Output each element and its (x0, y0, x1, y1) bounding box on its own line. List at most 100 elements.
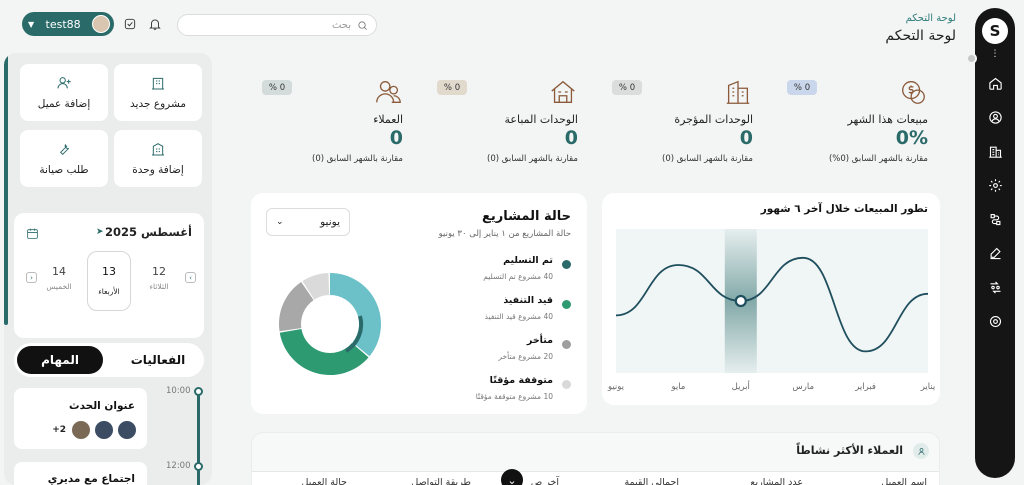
panel-scrollbar[interactable] (4, 53, 8, 325)
kpi-comparison: مقارنة بالشهر السابق (0) (662, 154, 753, 164)
house-icon (548, 77, 578, 107)
add-client-label: إضافة عميل (37, 98, 91, 110)
sales-line-chart[interactable]: يناير فبراير مارس أبريل مايو يونيو (602, 193, 940, 405)
project-status-card: حالة المشاريع حالة المشاريع من ١ يناير إ… (251, 193, 587, 414)
side-panel: مشروع جديد إضافة عميل إضافة وحدة طلب صيا… (4, 53, 212, 485)
change-badge: 0 % (437, 80, 467, 95)
timeline-time: 12:00 (166, 461, 191, 471)
plot-area (616, 229, 928, 373)
day-name: الأربعاء (98, 287, 120, 296)
add-unit-button[interactable]: إضافة وحدة (114, 130, 202, 187)
avatar (92, 15, 110, 33)
user-name: test88 (45, 17, 81, 31)
x-tick-label: مايو (670, 382, 685, 392)
day-number: 12 (152, 265, 166, 278)
more-dots-icon[interactable]: ⋮ (991, 50, 1000, 59)
event-card[interactable]: عنوان الحدث 2+ (14, 388, 147, 449)
column-header[interactable]: عدد المشاريع (750, 477, 803, 485)
kpi-card-rented-units[interactable]: 0 % الوحدات المؤجرة 0 مقارنة بالشهر السا… (601, 69, 765, 175)
notification-bell-icon[interactable] (146, 15, 164, 33)
data-point[interactable] (734, 294, 747, 308)
column-header[interactable]: طريقة التواصل (411, 477, 471, 485)
x-tick-label: يونيو (607, 382, 625, 392)
sales-trend-card: تطور المبيعات خلال آخر ٦ شهور يناير فبراي… (602, 193, 940, 405)
maintenance-request-label: طلب صيانة (39, 164, 89, 176)
project-status-donut[interactable] (251, 193, 587, 414)
chevron-down-icon: ▼ (28, 19, 35, 29)
change-badge: 0 % (787, 80, 817, 95)
tab-events[interactable]: الفعاليات (115, 346, 201, 374)
change-badge: 0 % (612, 80, 642, 95)
user-circle-icon[interactable] (983, 105, 1007, 129)
search-input[interactable]: بحث (177, 14, 377, 36)
add-unit-label: إضافة وحدة (132, 164, 184, 176)
event-card[interactable]: اجتماع مع مديري (14, 462, 147, 485)
office-building-icon (723, 77, 753, 107)
users-icon (373, 77, 403, 107)
transfer-icon[interactable] (983, 275, 1007, 299)
timeline-time: 10:00 (166, 386, 191, 396)
top-clients-card: العملاء الأكثر نشاطاً اسم العميل عدد الم… (251, 432, 940, 485)
breadcrumb[interactable]: لوحة التحكم (906, 13, 956, 24)
column-header[interactable]: اجمالي القيمة (624, 477, 679, 485)
buildings-icon[interactable] (983, 139, 1007, 163)
day-name: الخميس (46, 282, 72, 291)
donut-slice[interactable] (302, 273, 330, 300)
new-project-button[interactable]: مشروع جديد (114, 64, 202, 121)
donut-slice[interactable] (279, 281, 315, 332)
main-sidebar: S ⋮ (975, 8, 1015, 478)
column-header[interactable]: اسم العميل (881, 477, 927, 485)
calendar-day[interactable]: 14 الخميس (38, 265, 80, 291)
x-tick-label: يناير (920, 382, 936, 392)
user-menu[interactable]: test88 ▼ (22, 12, 114, 36)
kpi-value: 0 (389, 127, 403, 149)
kpi-label: مبيعات هذا الشهر (847, 113, 928, 126)
calendar-month: أغسطس 2025 (105, 225, 192, 239)
calendar-day[interactable]: 12 الثلاثاء (138, 265, 180, 291)
home-icon[interactable] (983, 71, 1007, 95)
kpi-card-monthly-sales[interactable]: 0 % مبيعات هذا الشهر 0% مقارنة بالشهر ال… (776, 69, 940, 175)
panel-tabs: الفعاليات المهام (14, 343, 204, 377)
kpi-value: 0% (895, 127, 928, 149)
column-header[interactable]: حالة العميل (302, 477, 347, 485)
day-number: 14 (52, 265, 66, 278)
edit-icon[interactable] (983, 241, 1007, 265)
calendar-day-selected[interactable]: 13 الأربعاء (87, 251, 131, 311)
x-tick-label: أبريل (732, 380, 750, 392)
kpi-value: 0 (564, 127, 578, 149)
x-tick-label: مارس (792, 382, 814, 392)
kpi-comparison: مقارنة بالشهر السابق (0%) (828, 154, 928, 164)
messages-icon[interactable] (121, 15, 139, 33)
donut-slice[interactable] (329, 273, 381, 357)
add-client-button[interactable]: إضافة عميل (20, 64, 108, 121)
wrench-icon (59, 143, 70, 156)
calendar-prev-arrow[interactable]: › (185, 272, 196, 283)
day-number: 13 (102, 265, 116, 278)
app-logo[interactable]: S (982, 18, 1008, 44)
dashboard-page: S ⋮ لوحة التحكم لوحة التحكم بحث test88 ▼… (0, 0, 1024, 485)
more-attendees-count: 2+ (52, 425, 66, 435)
settings-icon[interactable] (983, 173, 1007, 197)
tab-tasks[interactable]: المهام (17, 346, 103, 374)
kpi-card-clients[interactable]: 0 % العملاء 0 مقارنة بالشهر السابق (0) (251, 69, 415, 175)
sidebar-collapse-handle[interactable] (966, 53, 977, 64)
avatar (117, 420, 137, 440)
table-header: اسم العميل عدد المشاريع اجمالي القيمة آخ… (252, 471, 939, 485)
kpi-label: الوحدات المؤجرة (674, 113, 753, 126)
maintenance-request-button[interactable]: طلب صيانة (20, 130, 108, 187)
calendar-next-arrow[interactable]: ‹ (26, 272, 37, 283)
kpi-card-sold-units[interactable]: 0 % الوحدات المباعة 0 مقارنة بالشهر السا… (426, 69, 590, 175)
scroll-down-button[interactable]: ⌄ (501, 469, 523, 485)
new-project-label: مشروع جديد (130, 98, 186, 110)
column-header[interactable]: آخر ص (531, 477, 559, 485)
search-placeholder: بحث (331, 19, 351, 31)
kpi-label: الوحدات المباعة (504, 113, 578, 126)
event-title: اجتماع مع مديري (47, 473, 135, 485)
bird-icon: ➤ (96, 227, 104, 237)
money-icon (898, 77, 928, 107)
cog-icon[interactable] (983, 309, 1007, 333)
page-title: لوحة التحكم (885, 28, 956, 44)
tools-icon[interactable] (983, 207, 1007, 231)
calendar-icon[interactable] (26, 225, 39, 239)
timeline-dot (194, 387, 203, 396)
